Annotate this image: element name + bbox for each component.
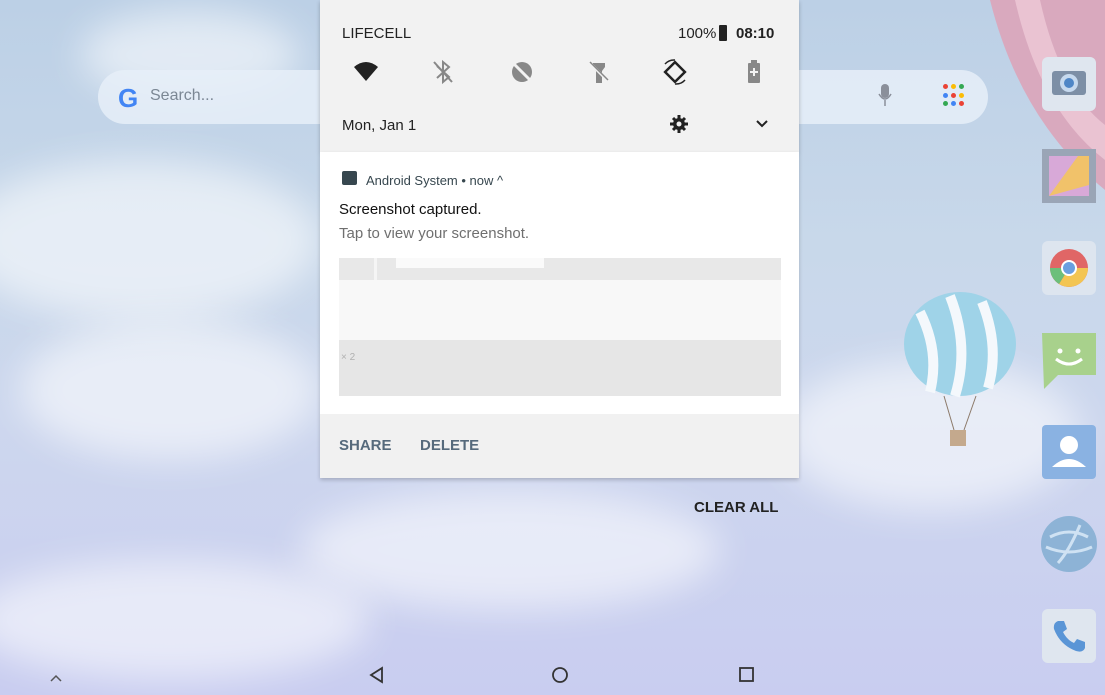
wifi-icon[interactable] [352, 58, 380, 86]
gallery-icon[interactable] [1038, 145, 1100, 207]
notification-title: Screenshot captured. [339, 201, 482, 218]
chevron-down-icon[interactable] [755, 117, 769, 131]
contacts-icon[interactable] [1038, 421, 1100, 483]
recent-apps-icon[interactable] [739, 667, 754, 682]
preview-count: × 2 [341, 352, 356, 363]
google-icon: G [118, 83, 139, 113]
notification-actions: SHARE DELETE [320, 414, 799, 478]
home-icon[interactable] [551, 666, 569, 684]
search-placeholder: Search... [150, 87, 215, 104]
delete-button[interactable]: DELETE [420, 437, 479, 454]
mic-icon[interactable] [878, 84, 892, 110]
chevron-up-icon[interactable] [50, 674, 62, 682]
app-drawer-icon[interactable] [943, 84, 967, 108]
bluetooth-off-icon[interactable] [429, 58, 457, 86]
back-icon[interactable] [368, 666, 386, 684]
notification-header: Android System • now ^ [366, 173, 504, 188]
battery-saver-icon[interactable] [740, 58, 768, 86]
auto-rotate-icon[interactable] [661, 58, 689, 86]
settings-icon[interactable] [670, 115, 688, 133]
image-icon [342, 171, 357, 185]
browser-icon[interactable] [1038, 513, 1100, 575]
camera-icon[interactable] [1038, 53, 1100, 115]
date: Mon, Jan 1 [342, 117, 417, 134]
notification-text: Tap to view your screenshot. [339, 225, 530, 242]
carrier-name: LIFECELL [342, 25, 412, 42]
chrome-icon[interactable] [1038, 237, 1100, 299]
messaging-icon[interactable] [1038, 329, 1100, 391]
battery-percentage: 100% [678, 25, 717, 42]
battery-icon [719, 25, 727, 41]
screenshot-notification[interactable]: Android System • now ^ Screenshot captur… [320, 152, 799, 478]
clock: 08:10 [736, 25, 775, 42]
quick-settings-panel: LIFECELL 100% 08:10 Mon, Jan 1 [320, 0, 799, 152]
clear-all-button[interactable]: CLEAR ALL [694, 499, 778, 516]
share-button[interactable]: SHARE [339, 437, 392, 454]
flashlight-off-icon[interactable] [585, 58, 613, 86]
data-saver-icon[interactable] [508, 58, 536, 86]
screenshot-preview[interactable]: × 2 [339, 258, 781, 396]
phone-icon[interactable] [1038, 605, 1100, 667]
small-balloon-decoration [904, 292, 1016, 446]
